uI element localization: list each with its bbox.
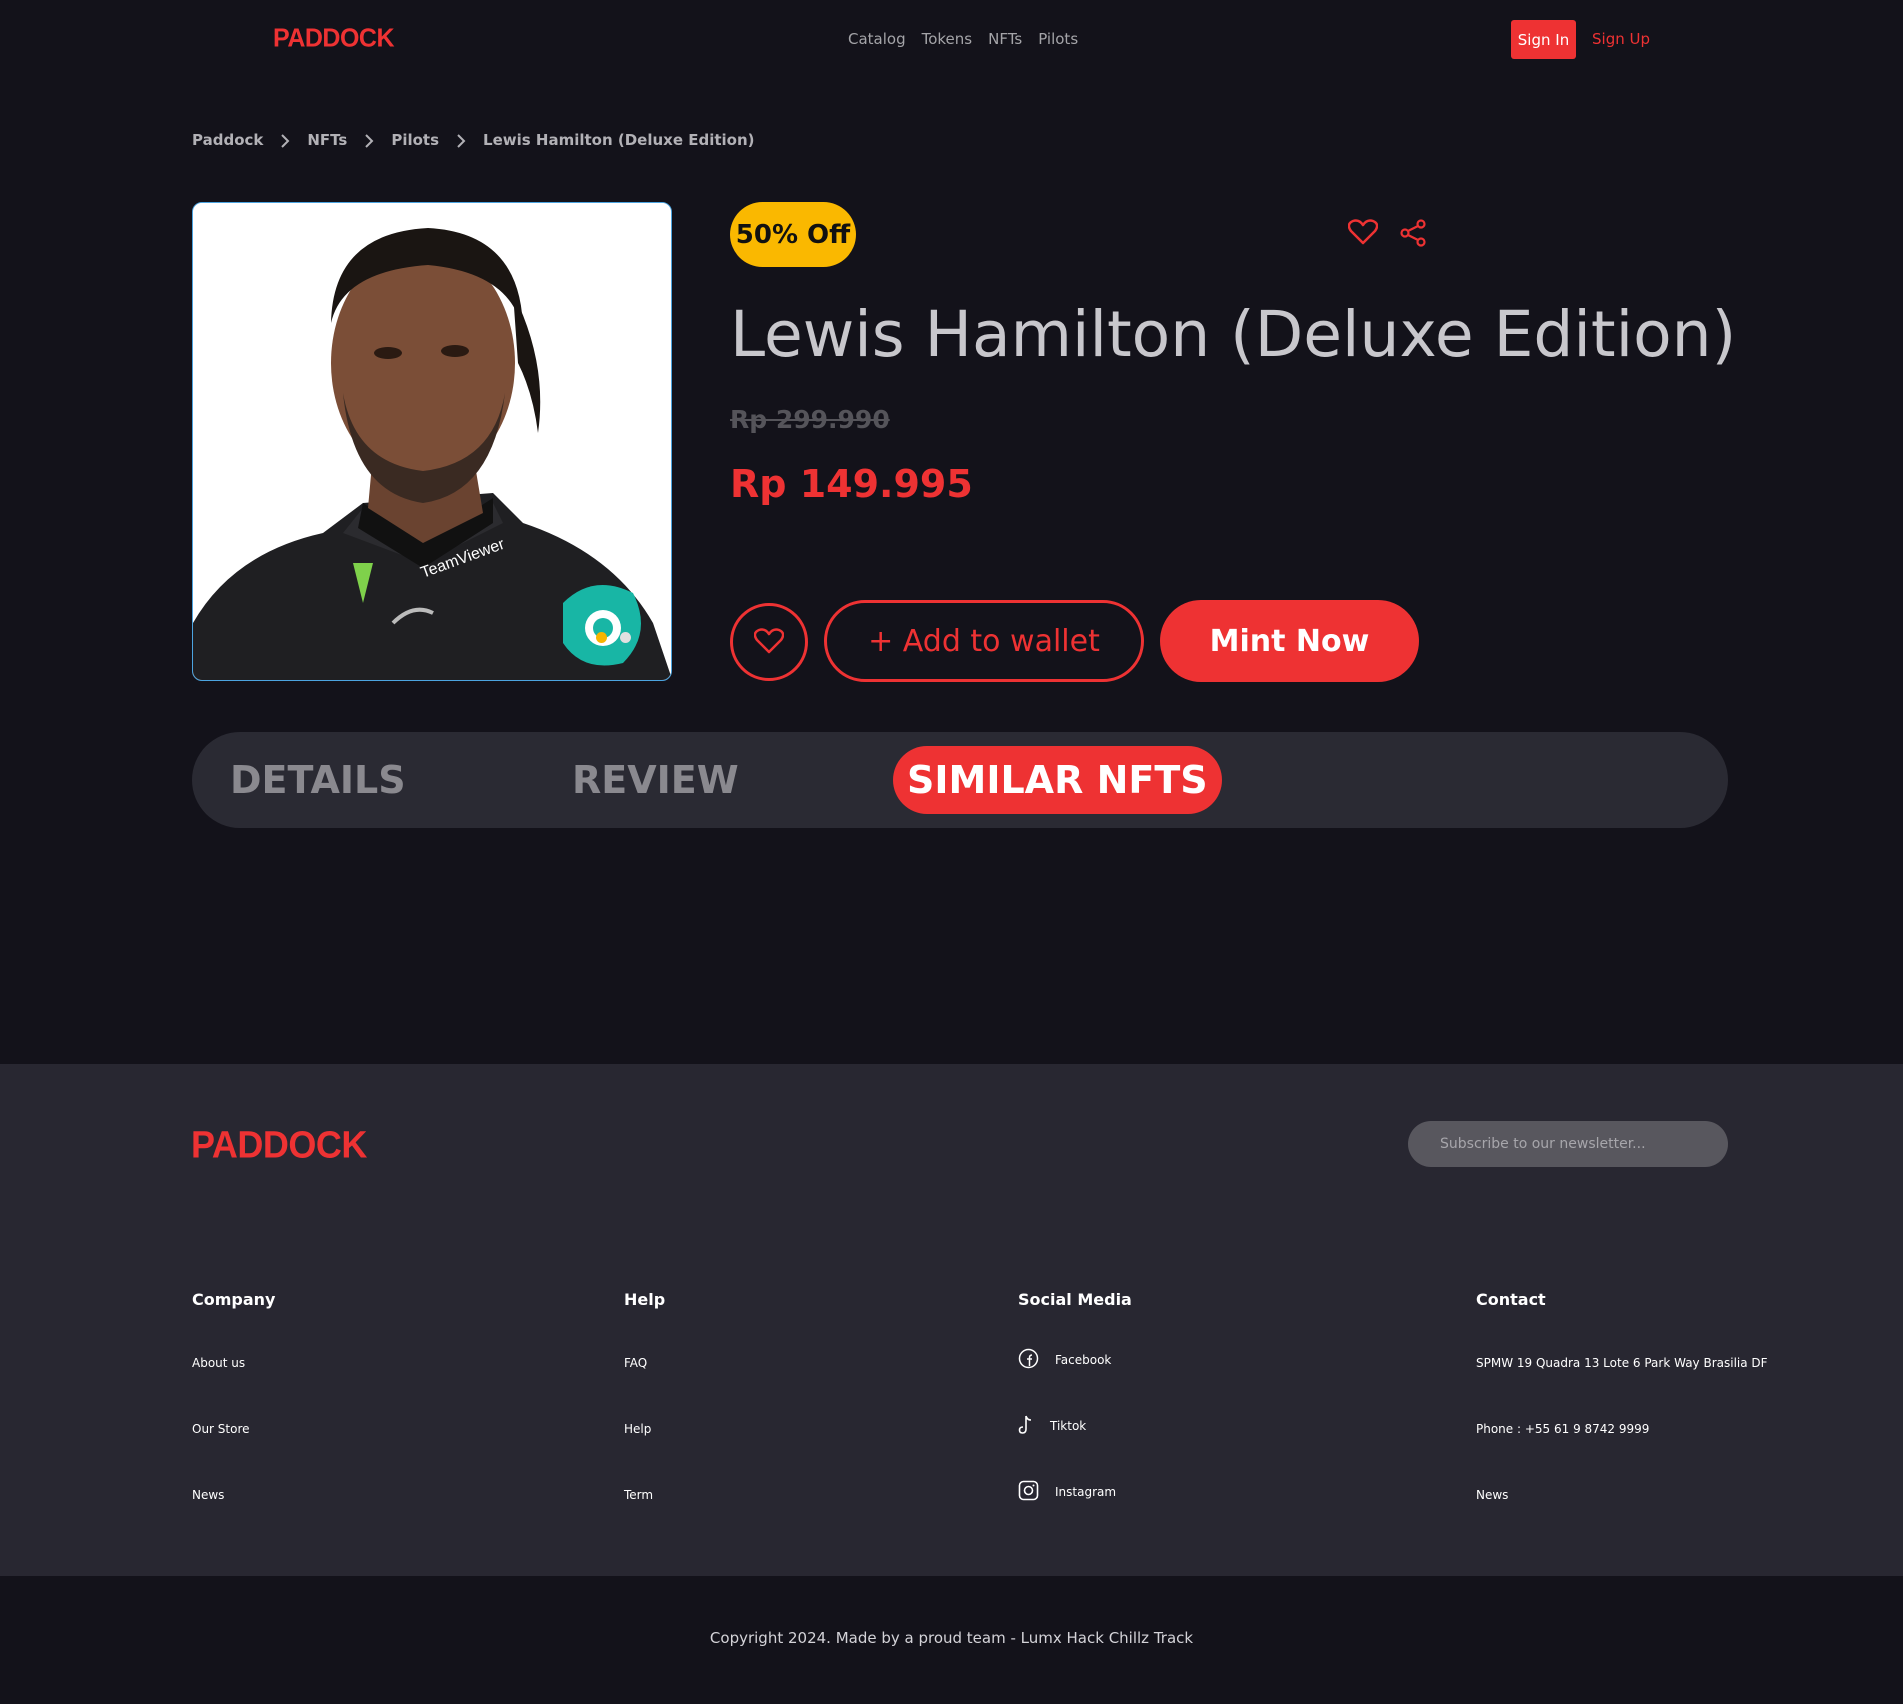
footer-link-news[interactable]: News xyxy=(192,1488,224,1502)
top-header: PADDOCK Catalog Tokens NFTs Pilots Sign … xyxy=(0,0,1903,80)
favorite-button[interactable] xyxy=(730,603,808,681)
footer-link-faq[interactable]: FAQ xyxy=(624,1356,647,1370)
heart-icon xyxy=(753,627,785,657)
mint-now-button[interactable]: Mint Now xyxy=(1160,600,1419,682)
tab-details[interactable]: DETAILS xyxy=(230,746,406,814)
breadcrumb: Paddock NFTs Pilots Lewis Hamilton (Delu… xyxy=(192,131,755,149)
tiktok-icon xyxy=(1018,1414,1034,1438)
chevron-right-icon xyxy=(263,131,307,149)
footer-link-store[interactable]: Our Store xyxy=(192,1422,250,1436)
original-price: Rp 299.990 xyxy=(730,405,890,434)
copyright-text: Copyright 2024. Made by a proud team - L… xyxy=(709,1629,1194,1647)
product-tabs: DETAILS REVIEW SIMILAR NFTS xyxy=(192,732,1728,828)
product-image[interactable]: TeamViewer xyxy=(192,202,672,681)
footer-link-contact-news[interactable]: News xyxy=(1476,1488,1508,1502)
nav-pilots[interactable]: Pilots xyxy=(1038,30,1078,48)
footer-column-company: Company About us Our Store News xyxy=(192,1290,276,1502)
footer-logo[interactable]: PADDOCK xyxy=(191,1123,367,1167)
carousel-dot[interactable] xyxy=(620,632,631,643)
breadcrumb-nfts[interactable]: NFTs xyxy=(307,131,347,149)
contact-address: SPMW 19 Quadra 13 Lote 6 Park Way Brasil… xyxy=(1476,1356,1768,1370)
column-title: Contact xyxy=(1476,1290,1546,1309)
footer-link-about[interactable]: About us xyxy=(192,1356,245,1370)
product-title: Lewis Hamilton (Deluxe Edition) xyxy=(730,298,1737,371)
footer-column-help: Help FAQ Help Term xyxy=(624,1290,666,1502)
footer-link-help[interactable]: Help xyxy=(624,1422,651,1436)
tiktok-label: Tiktok xyxy=(1050,1419,1087,1433)
column-title: Social Media xyxy=(1018,1290,1132,1309)
tab-similar-nfts[interactable]: SIMILAR NFTS xyxy=(893,746,1222,814)
sign-in-button[interactable]: Sign In xyxy=(1511,20,1576,59)
discounted-price: Rp 149.995 xyxy=(730,462,973,506)
newsletter-input[interactable] xyxy=(1408,1121,1728,1167)
facebook-icon xyxy=(1018,1348,1039,1372)
footer-link-instagram[interactable]: Instagram xyxy=(1018,1480,1116,1504)
sign-up-link[interactable]: Sign Up xyxy=(1592,30,1650,48)
facebook-label: Facebook xyxy=(1055,1353,1112,1367)
breadcrumb-current: Lewis Hamilton (Deluxe Edition) xyxy=(483,131,755,149)
nav-nfts[interactable]: NFTs xyxy=(988,30,1022,48)
footer: PADDOCK Company About us Our Store News … xyxy=(0,1064,1903,1576)
column-title: Company xyxy=(192,1290,276,1309)
footer-column-contact: Contact SPMW 19 Quadra 13 Lote 6 Park Wa… xyxy=(1476,1290,1768,1502)
instagram-label: Instagram xyxy=(1055,1485,1117,1499)
column-title: Help xyxy=(624,1290,666,1309)
paddock-logo[interactable]: PADDOCK xyxy=(273,23,395,53)
breadcrumb-pilots[interactable]: Pilots xyxy=(391,131,439,149)
footer-link-tiktok[interactable]: Tiktok xyxy=(1018,1414,1086,1438)
footer-link-term[interactable]: Term xyxy=(624,1488,653,1502)
discount-badge: 50% Off xyxy=(730,202,856,267)
pilot-portrait: TeamViewer xyxy=(193,203,671,680)
contact-phone: Phone : +55 61 9 8742 9999 xyxy=(1476,1422,1650,1436)
carousel-dot-active[interactable] xyxy=(596,632,607,643)
nav-tokens[interactable]: Tokens xyxy=(922,30,973,48)
chevron-right-icon xyxy=(347,131,391,149)
footer-column-social: Social Media Facebook Tiktok Instagram xyxy=(1018,1290,1132,1501)
main-nav: Catalog Tokens NFTs Pilots xyxy=(848,30,1078,48)
breadcrumb-paddock[interactable]: Paddock xyxy=(192,131,263,149)
chevron-right-icon xyxy=(439,131,483,149)
share-icon[interactable] xyxy=(1399,219,1427,251)
footer-link-facebook[interactable]: Facebook xyxy=(1018,1348,1111,1372)
nav-catalog[interactable]: Catalog xyxy=(848,30,906,48)
instagram-icon xyxy=(1018,1480,1039,1504)
tab-review[interactable]: REVIEW xyxy=(572,746,739,814)
add-to-wallet-button[interactable]: + Add to wallet xyxy=(824,600,1144,682)
heart-icon[interactable] xyxy=(1347,219,1379,249)
